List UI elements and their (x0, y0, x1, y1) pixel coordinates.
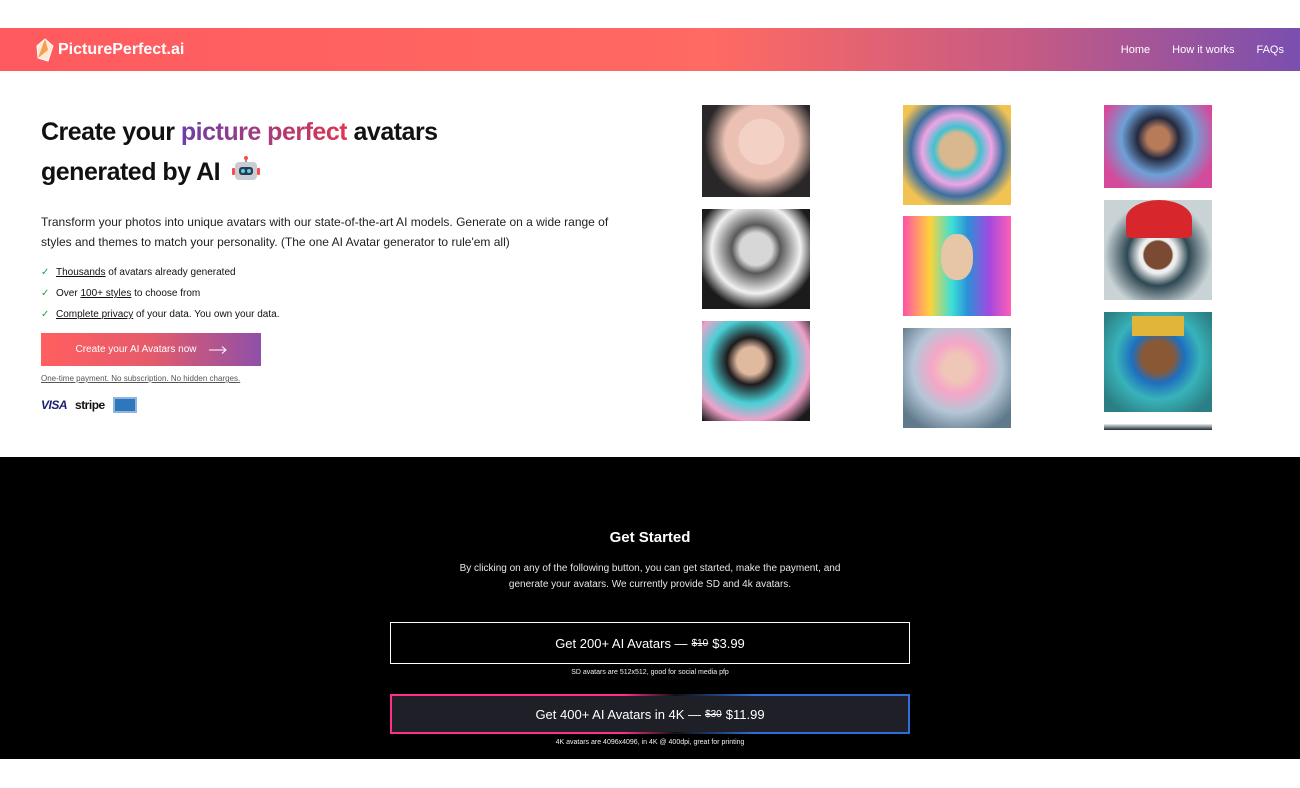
buy-sd-avatars-button[interactable]: Get 200+ AI Avatars — $10 $3.99 (390, 622, 910, 664)
avatar-sample-image (903, 216, 1011, 316)
feature-link-privacy[interactable]: Complete privacy (56, 309, 133, 320)
check-icon: ✓ (41, 288, 50, 299)
logo[interactable]: PicturePerfect.ai (36, 37, 185, 62)
hero-section: Create your picture perfect avatars gene… (41, 112, 641, 413)
hero-title-highlight: picture perfect (180, 118, 348, 146)
create-avatars-button[interactable]: Create your AI Avatars now (41, 333, 261, 366)
nav-link-faqs[interactable]: FAQs (1256, 44, 1284, 56)
feature-text: of avatars already generated (105, 267, 236, 278)
sd-button-label: Get 200+ AI Avatars — (555, 635, 688, 651)
sd-price: $3.99 (712, 635, 745, 651)
nav-link-home[interactable]: Home (1121, 44, 1150, 56)
get-started-section: Get Started By clicking on any of the fo… (0, 457, 1300, 759)
feature-text: of your data. You own your data. (133, 309, 280, 320)
check-icon: ✓ (41, 267, 50, 278)
feature-text: to choose from (131, 288, 201, 299)
avatar-sample-image (1104, 105, 1212, 188)
feature-link-thousands[interactable]: Thousands (56, 267, 105, 278)
stripe-logo: stripe (75, 398, 105, 412)
buy-4k-avatars-button[interactable]: Get 400+ AI Avatars in 4K — $30 $11.99 (390, 694, 910, 734)
avatar-sample-image (1104, 200, 1212, 300)
get-started-title: Get Started (609, 529, 691, 546)
hero-title-part2: avatars (347, 118, 439, 146)
avatar-sample-image (1104, 424, 1212, 430)
hero-title: Create your picture perfect avatars gene… (41, 112, 641, 192)
nav-links: Home How it works FAQs (1121, 44, 1284, 56)
avatar-sample-image (702, 321, 810, 421)
sd-note: SD avatars are 512x512, good for social … (571, 669, 729, 676)
nav-link-how-it-works[interactable]: How it works (1172, 44, 1234, 56)
amex-logo (112, 397, 137, 413)
4k-button-label: Get 400+ AI Avatars in 4K — (535, 706, 702, 722)
avatar-sample-image (702, 105, 810, 197)
feature-link-styles[interactable]: 100+ styles (80, 288, 131, 299)
4k-price: $11.99 (725, 706, 765, 722)
avatar-sample-image (903, 328, 1011, 428)
feature-prefix: Over (56, 288, 81, 299)
logo-text: PicturePerfect.ai (58, 40, 185, 58)
check-icon: ✓ (41, 309, 50, 320)
4k-old-price: $30 (705, 708, 722, 720)
create-avatars-label: Create your AI Avatars now (75, 344, 197, 355)
payment-logos: VISA stripe (41, 397, 641, 413)
top-nav: PicturePerfect.ai Home How it works FAQs (0, 28, 1300, 71)
payment-fine-print: One-time payment. No subscription. No hi… (41, 374, 241, 383)
hero-description: Transform your photos into unique avatar… (41, 215, 609, 249)
feature-item: ✓ Over 100+ styles to choose from (41, 283, 641, 304)
arrow-right-icon (208, 345, 227, 354)
visa-logo: VISA (41, 398, 68, 412)
4k-note: 4K avatars are 4096x4096, in 4K @ 400dpi… (555, 739, 745, 746)
hero-title-part1: Create your (41, 118, 181, 146)
feature-list: ✓ Thousands of avatars already generated… (41, 262, 641, 325)
avatar-sample-image (1104, 312, 1212, 412)
page: PicturePerfect.ai Home How it works FAQs… (0, 0, 1300, 788)
get-started-description: By clicking on any of the following butt… (459, 563, 841, 590)
sd-old-price: $10 (691, 637, 709, 649)
feature-item: ✓ Thousands of avatars already generated (41, 262, 641, 283)
robot-icon (231, 156, 260, 180)
logo-icon (36, 37, 54, 62)
avatar-sample-image (903, 105, 1011, 205)
hero-title-line2: generated by AI (41, 158, 221, 186)
feature-item: ✓ Complete privacy of your data. You own… (41, 304, 641, 325)
avatar-sample-image (702, 209, 810, 309)
